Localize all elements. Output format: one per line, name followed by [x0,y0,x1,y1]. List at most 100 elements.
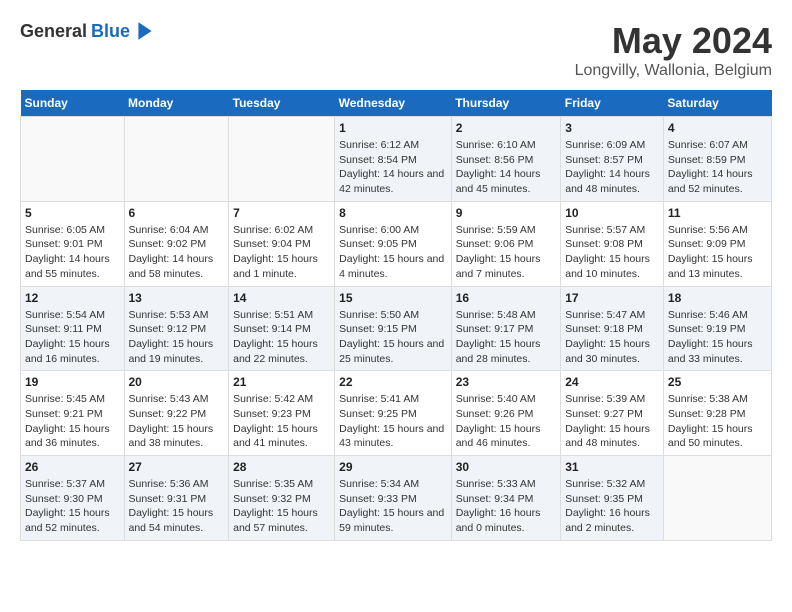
cell-w3-d3: 15 Sunrise: 5:50 AMSunset: 9:15 PMDayligh… [335,286,452,371]
main-title: May 2024 [575,20,772,62]
day-info: Sunrise: 5:34 AMSunset: 9:33 PMDaylight:… [339,477,447,536]
week-row-2: 5 Sunrise: 6:05 AMSunset: 9:01 PMDaylight… [21,201,772,286]
calendar-table: SundayMondayTuesdayWednesdayThursdayFrid… [20,90,772,541]
week-row-1: 1 Sunrise: 6:12 AMSunset: 8:54 PMDaylight… [21,117,772,202]
day-number: 10 [565,206,659,220]
cell-w2-d4: 9 Sunrise: 5:59 AMSunset: 9:06 PMDaylight… [451,201,561,286]
day-info: Sunrise: 5:42 AMSunset: 9:23 PMDaylight:… [233,392,330,451]
day-info: Sunrise: 5:53 AMSunset: 9:12 PMDaylight:… [129,308,225,367]
cell-w1-d3: 1 Sunrise: 6:12 AMSunset: 8:54 PMDaylight… [335,117,452,202]
day-info: Sunrise: 5:46 AMSunset: 9:19 PMDaylight:… [668,308,767,367]
day-info: Sunrise: 5:47 AMSunset: 9:18 PMDaylight:… [565,308,659,367]
cell-w2-d2: 7 Sunrise: 6:02 AMSunset: 9:04 PMDaylight… [229,201,335,286]
cell-w2-d3: 8 Sunrise: 6:00 AMSunset: 9:05 PMDaylight… [335,201,452,286]
day-number: 26 [25,460,120,474]
day-info: Sunrise: 5:38 AMSunset: 9:28 PMDaylight:… [668,392,767,451]
day-info: Sunrise: 5:37 AMSunset: 9:30 PMDaylight:… [25,477,120,536]
day-number: 31 [565,460,659,474]
day-info: Sunrise: 5:51 AMSunset: 9:14 PMDaylight:… [233,308,330,367]
cell-w5-d4: 30 Sunrise: 5:33 AMSunset: 9:34 PMDayligh… [451,456,561,541]
cell-w5-d1: 27 Sunrise: 5:36 AMSunset: 9:31 PMDayligh… [124,456,229,541]
cell-w5-d3: 29 Sunrise: 5:34 AMSunset: 9:33 PMDayligh… [335,456,452,541]
day-info: Sunrise: 5:32 AMSunset: 9:35 PMDaylight:… [565,477,659,536]
day-number: 27 [129,460,225,474]
day-number: 12 [25,291,120,305]
day-number: 14 [233,291,330,305]
day-number: 8 [339,206,447,220]
logo-blue: Blue [91,21,130,42]
day-number: 21 [233,375,330,389]
header-friday: Friday [561,90,664,117]
day-number: 5 [25,206,120,220]
week-row-5: 26 Sunrise: 5:37 AMSunset: 9:30 PMDayligh… [21,456,772,541]
calendar-header-row: SundayMondayTuesdayWednesdayThursdayFrid… [21,90,772,117]
cell-w4-d4: 23Sunrise: 5:40 AMSunset: 9:26 PMDayligh… [451,371,561,456]
cell-w2-d0: 5 Sunrise: 6:05 AMSunset: 9:01 PMDaylight… [21,201,125,286]
cell-w4-d2: 21 Sunrise: 5:42 AMSunset: 9:23 PMDayligh… [229,371,335,456]
day-info: Sunrise: 6:07 AMSunset: 8:59 PMDaylight:… [668,138,767,197]
cell-w3-d0: 12 Sunrise: 5:54 AMSunset: 9:11 PMDayligh… [21,286,125,371]
day-number: 29 [339,460,447,474]
cell-w5-d5: 31 Sunrise: 5:32 AMSunset: 9:35 PMDayligh… [561,456,664,541]
day-number: 25 [668,375,767,389]
day-number: 16 [456,291,557,305]
cell-w1-d1 [124,117,229,202]
cell-w2-d6: 11Sunrise: 5:56 AMSunset: 9:09 PMDayligh… [663,201,771,286]
day-info: Sunrise: 6:04 AMSunset: 9:02 PMDaylight:… [129,223,225,282]
cell-w1-d6: 4 Sunrise: 6:07 AMSunset: 8:59 PMDaylight… [663,117,771,202]
day-info: Sunrise: 6:09 AMSunset: 8:57 PMDaylight:… [565,138,659,197]
day-info: Sunrise: 6:02 AMSunset: 9:04 PMDaylight:… [233,223,330,282]
day-info: Sunrise: 5:40 AMSunset: 9:26 PMDaylight:… [456,392,557,451]
day-info: Sunrise: 6:05 AMSunset: 9:01 PMDaylight:… [25,223,120,282]
cell-w3-d2: 14 Sunrise: 5:51 AMSunset: 9:14 PMDayligh… [229,286,335,371]
week-row-3: 12 Sunrise: 5:54 AMSunset: 9:11 PMDayligh… [21,286,772,371]
cell-w5-d6 [663,456,771,541]
day-info: Sunrise: 6:00 AMSunset: 9:05 PMDaylight:… [339,223,447,282]
day-info: Sunrise: 5:35 AMSunset: 9:32 PMDaylight:… [233,477,330,536]
day-info: Sunrise: 5:41 AMSunset: 9:25 PMDaylight:… [339,392,447,451]
cell-w1-d2 [229,117,335,202]
day-number: 9 [456,206,557,220]
subtitle: Longvilly, Wallonia, Belgium [575,62,772,80]
day-number: 11 [668,206,767,220]
logo: GeneralBlue [20,20,156,42]
day-number: 7 [233,206,330,220]
header-thursday: Thursday [451,90,561,117]
cell-w2-d5: 10 Sunrise: 5:57 AMSunset: 9:08 PMDayligh… [561,201,664,286]
day-info: Sunrise: 5:54 AMSunset: 9:11 PMDaylight:… [25,308,120,367]
day-info: Sunrise: 5:36 AMSunset: 9:31 PMDaylight:… [129,477,225,536]
day-info: Sunrise: 5:33 AMSunset: 9:34 PMDaylight:… [456,477,557,536]
cell-w4-d1: 20 Sunrise: 5:43 AMSunset: 9:22 PMDayligh… [124,371,229,456]
week-row-4: 19Sunrise: 5:45 AMSunset: 9:21 PMDayligh… [21,371,772,456]
logo-general: General [20,21,87,42]
day-number: 22 [339,375,447,389]
day-info: Sunrise: 5:57 AMSunset: 9:08 PMDaylight:… [565,223,659,282]
day-number: 19 [25,375,120,389]
day-number: 24 [565,375,659,389]
header-wednesday: Wednesday [335,90,452,117]
cell-w2-d1: 6Sunrise: 6:04 AMSunset: 9:02 PMDaylight… [124,201,229,286]
day-info: Sunrise: 6:12 AMSunset: 8:54 PMDaylight:… [339,138,447,197]
header-tuesday: Tuesday [229,90,335,117]
cell-w4-d5: 24 Sunrise: 5:39 AMSunset: 9:27 PMDayligh… [561,371,664,456]
day-info: Sunrise: 5:39 AMSunset: 9:27 PMDaylight:… [565,392,659,451]
cell-w4-d3: 22 Sunrise: 5:41 AMSunset: 9:25 PMDayligh… [335,371,452,456]
header-monday: Monday [124,90,229,117]
day-info: Sunrise: 5:50 AMSunset: 9:15 PMDaylight:… [339,308,447,367]
day-number: 4 [668,121,767,135]
header-sunday: Sunday [21,90,125,117]
day-info: Sunrise: 5:59 AMSunset: 9:06 PMDaylight:… [456,223,557,282]
day-number: 2 [456,121,557,135]
day-number: 30 [456,460,557,474]
day-number: 15 [339,291,447,305]
day-number: 1 [339,121,447,135]
day-number: 17 [565,291,659,305]
cell-w5-d2: 28Sunrise: 5:35 AMSunset: 9:32 PMDayligh… [229,456,335,541]
cell-w4-d6: 25 Sunrise: 5:38 AMSunset: 9:28 PMDayligh… [663,371,771,456]
day-number: 18 [668,291,767,305]
day-number: 13 [129,291,225,305]
day-number: 20 [129,375,225,389]
cell-w3-d1: 13 Sunrise: 5:53 AMSunset: 9:12 PMDayligh… [124,286,229,371]
day-info: Sunrise: 5:43 AMSunset: 9:22 PMDaylight:… [129,392,225,451]
title-area: May 2024 Longvilly, Wallonia, Belgium [575,20,772,80]
